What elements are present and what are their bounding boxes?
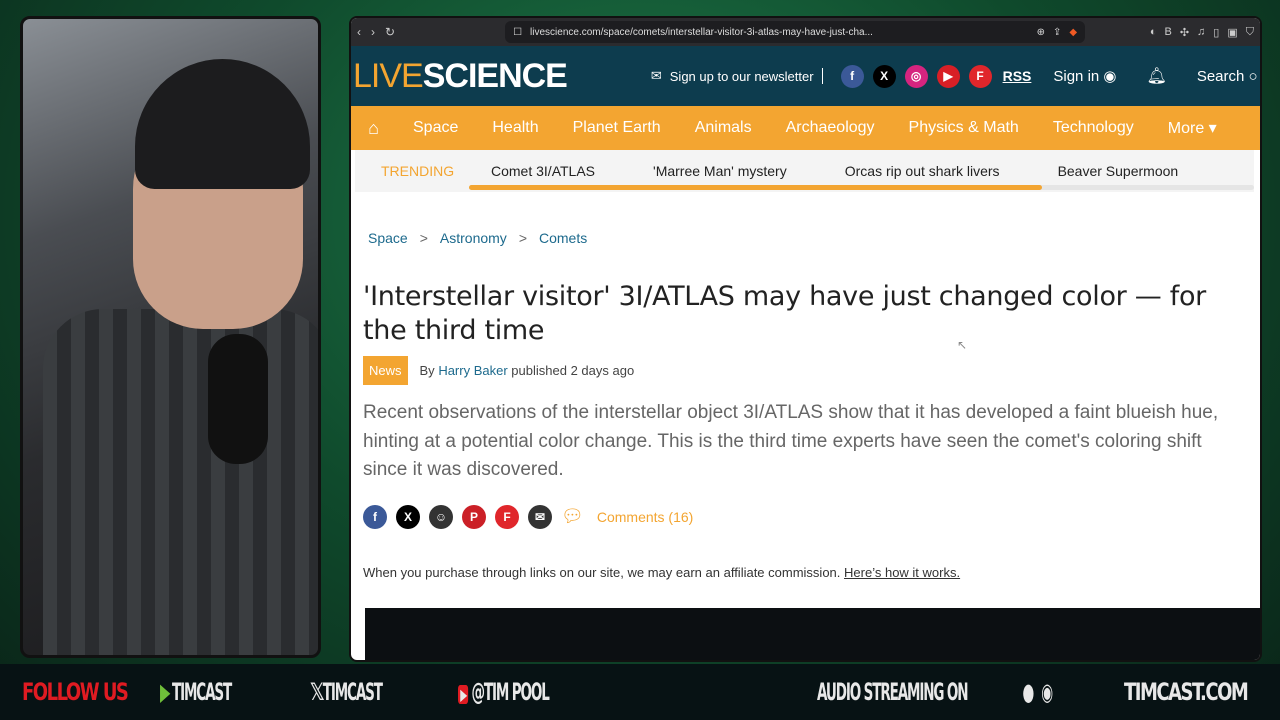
apple-icon: ● <box>1022 678 1034 706</box>
nav-planet-earth[interactable]: Planet Earth <box>565 119 669 137</box>
trending-item[interactable]: Orcas rip out shark livers <box>845 163 1000 179</box>
rumble-handle: ▶ TIMCAST <box>160 678 233 706</box>
share-icon[interactable]: ⇪ <box>1053 27 1061 38</box>
search-button[interactable]: Search ○ <box>1197 68 1258 85</box>
x-icon[interactable]: X <box>872 64 896 88</box>
x-handle: 𝕏TIMCAST <box>310 678 383 706</box>
email-share-icon[interactable]: ✉ <box>528 504 552 529</box>
bookmark-icon[interactable]: ☐ <box>513 27 522 38</box>
rss-link[interactable]: RSS <box>1003 68 1032 84</box>
breadcrumb-space[interactable]: Space <box>368 230 408 246</box>
comment-icon[interactable]: 💬︎ <box>561 506 584 527</box>
wallet-icon[interactable]: ▣ <box>1227 26 1237 39</box>
x-share-icon[interactable]: X <box>396 504 420 529</box>
news-badge: News <box>363 356 408 385</box>
flipboard-share-icon[interactable]: F <box>495 504 519 529</box>
flipboard-icon[interactable]: F <box>968 64 992 88</box>
share-bar: f X ☺ P F ✉ 💬︎ Comments (16) <box>363 504 1248 529</box>
audio-streaming: AUDIO STREAMING ON ● ◉ <box>817 678 1053 706</box>
nav-more[interactable]: More ▾ <box>1160 118 1225 138</box>
brave-shield-icon[interactable]: ◆ <box>1069 27 1077 38</box>
byline: News By Harry Baker published 2 days ago <box>363 356 1248 385</box>
article-lede: Recent observations of the interstellar … <box>363 402 1219 480</box>
affiliate-notice: When you purchase through links on our s… <box>363 564 961 580</box>
browser-toolbar: ‹ › ↻ ☐ livescience.com/space/comets/inters… <box>351 18 1260 46</box>
puzzle-icon[interactable]: ✣ <box>1180 26 1189 39</box>
spotify-icon: ◉ <box>1041 678 1053 706</box>
scroll-progress <box>469 185 1043 190</box>
site-logo[interactable]: LIVESCIENCE <box>353 57 568 96</box>
article: Space > Astronomy > Comets 'Interstellar v… <box>351 230 1260 580</box>
trending-bar: TRENDING Comet 3I/ATLAS 'Marree Man' mys… <box>355 150 1254 192</box>
mouse-cursor-icon: ↖ <box>957 338 968 352</box>
hero-media[interactable] <box>365 608 1260 660</box>
bell-icon[interactable]: 🔔︎ <box>1147 66 1167 86</box>
mail-icon: ✉ <box>650 68 662 83</box>
breadcrumb: Space > Astronomy > Comets <box>368 230 588 246</box>
trending-scrollbar[interactable] <box>469 185 1254 190</box>
nav-animals[interactable]: Animals <box>687 119 760 137</box>
nav-health[interactable]: Health <box>484 119 546 137</box>
comments-link[interactable]: Comments (16) <box>597 509 693 525</box>
nav-archaeology[interactable]: Archaeology <box>778 119 883 137</box>
nav-technology[interactable]: Technology <box>1045 119 1142 137</box>
facebook-share-icon[interactable]: f <box>363 504 387 529</box>
trending-item[interactable]: Beaver Supermoon <box>1058 163 1179 179</box>
address-bar[interactable]: ☐ livescience.com/space/comets/interstell… <box>505 21 1086 43</box>
pinterest-share-icon[interactable]: P <box>462 504 486 529</box>
reddit-share-icon[interactable]: ☺ <box>429 504 453 529</box>
affiliate-link[interactable]: Here’s how it works. <box>844 565 960 580</box>
article-title: 'Interstellar visitor' 3I/ATLAS may have… <box>363 281 1206 346</box>
breadcrumb-astronomy[interactable]: Astronomy <box>440 230 507 246</box>
newsletter-link[interactable]: ✉ Sign up to our newsletter <box>651 68 823 84</box>
nav-space[interactable]: Space <box>405 119 466 137</box>
home-icon[interactable]: ⌂ <box>351 118 396 139</box>
facebook-icon[interactable]: f <box>840 64 864 88</box>
stream-footer: FOLLOW US ▶ TIMCAST 𝕏TIMCAST ▶ @TIM POOL A… <box>0 664 1280 720</box>
zoom-icon[interactable]: ⊕ <box>1037 27 1045 38</box>
trending-item[interactable]: Comet 3I/ATLAS <box>491 163 595 179</box>
follow-us: FOLLOW US <box>22 678 129 706</box>
sidebar-icon[interactable]: ▯ <box>1213 26 1219 39</box>
youtube-handle: ▶ @TIM POOL <box>458 678 575 706</box>
sign-in-button[interactable]: Sign in ◉ <box>1053 67 1116 85</box>
site-header: LIVESCIENCE ✉ Sign up to our newsletter f… <box>351 46 1260 106</box>
extension-icon[interactable]: ◐ <box>1150 26 1157 39</box>
forward-icon[interactable]: › <box>371 25 375 39</box>
reload-icon[interactable]: ↻ <box>385 25 395 39</box>
webcam-feed <box>20 16 321 658</box>
back-icon[interactable]: ‹ <box>357 25 361 39</box>
main-nav: ⌂ Space Health Planet Earth Animals Arch… <box>351 106 1260 150</box>
extension-icon[interactable]: B <box>1164 26 1171 39</box>
breadcrumb-comets[interactable]: Comets <box>539 230 587 246</box>
music-icon[interactable]: ♫ <box>1197 26 1205 39</box>
trending-item[interactable]: 'Marree Man' mystery <box>653 163 787 179</box>
youtube-icon[interactable]: ▶ <box>936 64 960 88</box>
browser-window: ‹ › ↻ ☐ livescience.com/space/comets/inters… <box>349 16 1262 662</box>
nav-physics-math[interactable]: Physics & Math <box>901 119 1027 137</box>
vpn-icon[interactable]: ⛉ <box>1246 26 1254 39</box>
instagram-icon[interactable]: ◎ <box>904 64 928 88</box>
site-url: TIMCAST.COM <box>1124 678 1249 706</box>
author-link[interactable]: Harry Baker <box>438 363 507 378</box>
extensions: ◐ B ✣ ♫ ▯ ▣ ⛉ <box>1150 26 1254 39</box>
